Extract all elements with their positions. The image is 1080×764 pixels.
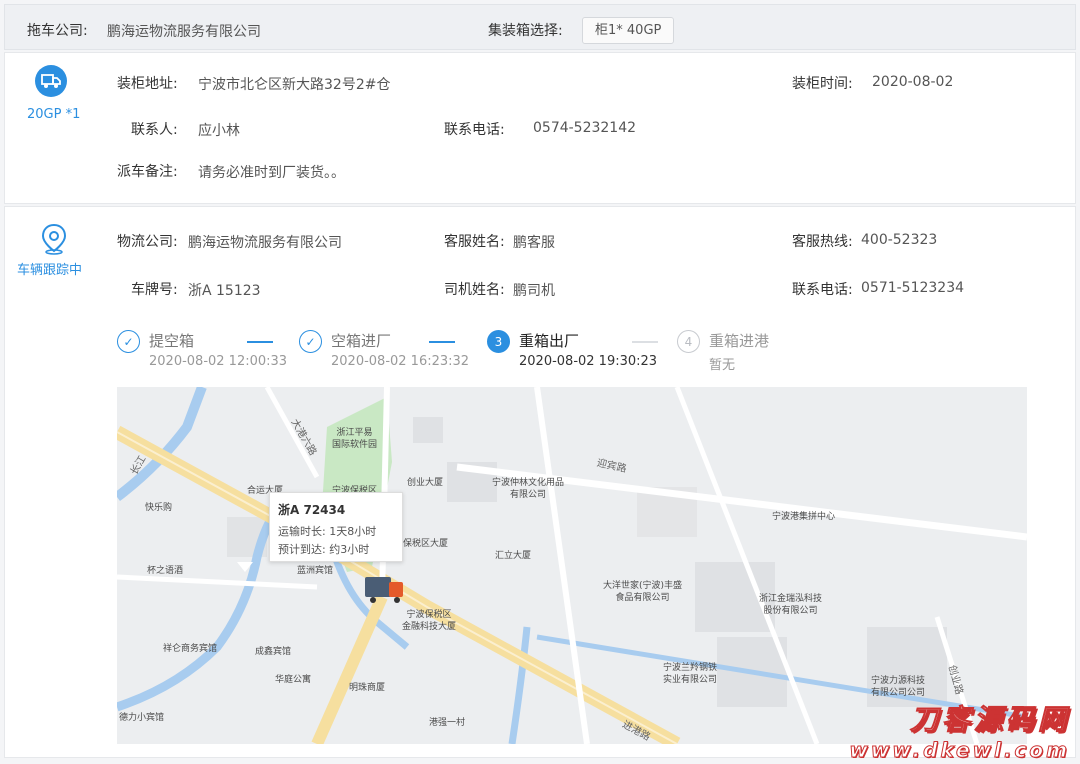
tracking-badge-label: 车辆跟踪中 xyxy=(17,263,83,278)
map-poi: 宁波力源科技 有限公司公司 xyxy=(871,676,926,698)
plate-value: 浙A 15123 xyxy=(188,283,261,299)
step-time: 暂无 xyxy=(709,358,736,373)
contact-label: 联系人: xyxy=(131,122,178,138)
step-time: 2020-08-02 12:00:33 xyxy=(149,354,288,369)
map-poi: 德力小宾馆 xyxy=(119,713,165,723)
driver-value: 鹏司机 xyxy=(513,283,555,299)
contact-value: 应小林 xyxy=(198,123,240,139)
header-bar: 拖车公司: 鹏海运物流服务有限公司 集装箱选择: 柜1* 40GP xyxy=(4,4,1076,50)
driver-label: 司机姓名: xyxy=(444,282,505,298)
cs-name-label: 客服姓名: xyxy=(444,234,505,250)
step-time: 2020-08-02 16:23:32 xyxy=(331,354,470,369)
address-label: 装柜地址: xyxy=(117,76,178,92)
container-select-label: 集装箱选择: xyxy=(488,23,563,39)
map-poi: 宁波保税区 金融科技大厦 xyxy=(402,610,457,632)
map-poi: 保税区大厦 xyxy=(403,539,449,549)
step-connector xyxy=(632,341,658,343)
logistics-value: 鹏海运物流服务有限公司 xyxy=(188,235,342,251)
phone-value: 0574-5232142 xyxy=(533,120,637,136)
note-label: 派车备注: xyxy=(117,164,178,180)
step-number: 3 xyxy=(487,330,510,353)
address-value: 宁波市北仑区新大路32号2#仓 xyxy=(198,77,391,93)
map-poi: 创业大厦 xyxy=(407,478,444,488)
step-number: 4 xyxy=(677,330,700,353)
progress-steps: ✓ 提空箱 2020-08-02 12:00:33 ✓ 空箱进厂 2020-08… xyxy=(117,327,1027,375)
container-select-tag[interactable]: 柜1* 40GP xyxy=(582,17,675,44)
map-poi: 快乐购 xyxy=(145,503,173,513)
phone-label: 联系电话: xyxy=(444,122,505,138)
popup-duration: 运输时长: 1天8小时 xyxy=(278,525,377,538)
popup-plate: 浙A 72434 xyxy=(278,503,346,517)
step-connector xyxy=(247,341,273,343)
driver-phone-value: 0571-5123234 xyxy=(861,280,965,296)
map-poi: 成鑫宾馆 xyxy=(255,647,292,657)
step-title: 提空箱 xyxy=(149,332,195,350)
watermark-bottom: www.dkewl.com xyxy=(849,738,1070,763)
map-poi: 汇立大厦 xyxy=(495,551,532,561)
step-time: 2020-08-02 19:30:23 xyxy=(519,354,658,369)
loading-time-value: 2020-08-02 xyxy=(872,74,954,90)
map-poi: 浙江金瑞泓科技 股份有限公司 xyxy=(759,594,823,616)
note-value: 请务必准时到厂装货。。 xyxy=(198,165,345,181)
map-poi: 明珠商厦 xyxy=(349,683,386,693)
popup-eta: 预计到达: 约3小时 xyxy=(278,543,370,556)
loading-card: 20GP *1 装柜地址: 宁波市北仑区新大路32号2#仓 装柜时间: 2020… xyxy=(4,52,1076,204)
check-icon: ✓ xyxy=(299,330,322,353)
tow-company-label: 拖车公司: xyxy=(27,23,88,39)
location-pin-icon xyxy=(40,223,68,259)
tracking-card: 车辆跟踪中 物流公司: 鹏海运物流服务有限公司 客服姓名: 鹏客服 客服热线: … xyxy=(4,206,1076,758)
hotline-value: 400-52323 xyxy=(861,232,938,248)
truck-icon xyxy=(35,65,67,101)
map-poi: 华庭公寓 xyxy=(275,675,312,685)
hotline-label: 客服热线: xyxy=(792,234,853,250)
vehicle-info-popup: 浙A 72434 运输时长: 1天8小时 预计到达: 约3小时 xyxy=(269,492,403,562)
tow-company-value: 鹏海运物流服务有限公司 xyxy=(107,24,261,40)
plate-label: 车牌号: xyxy=(131,282,178,298)
map-poi: 宁波仲林文化用品 有限公司 xyxy=(492,478,565,500)
watermark-logo: 刀客源码网 www.dkewl.com xyxy=(849,698,1070,763)
tracking-map[interactable]: 浙江平易 国际软件园 合运大厦 宁波保税区 创业大厦 宁波仲林文化用品 有限公司 宁… xyxy=(117,387,1027,744)
loading-badge-label: 20GP *1 xyxy=(27,107,81,122)
map-poi: 祥仑商务宾馆 xyxy=(163,644,218,654)
step-title: 空箱进厂 xyxy=(331,332,392,350)
map-poi: 宁波兰羚钢铁 实业有限公司 xyxy=(663,663,718,685)
step-connector xyxy=(429,341,455,343)
check-icon: ✓ xyxy=(117,330,140,353)
logistics-label: 物流公司: xyxy=(117,234,178,250)
step-title: 重箱出厂 xyxy=(519,332,580,350)
map-poi: 蓝洲宾馆 xyxy=(297,566,334,576)
driver-phone-label: 联系电话: xyxy=(792,282,853,298)
step-title: 重箱进港 xyxy=(709,332,770,350)
map-poi: 大洋世家(宁波)丰盛 食品有限公司 xyxy=(603,581,683,603)
popup-pointer xyxy=(237,562,253,572)
cs-name-value: 鹏客服 xyxy=(513,235,555,251)
loading-time-label: 装柜时间: xyxy=(792,76,853,92)
watermark-top: 刀客源码网 xyxy=(909,703,1070,737)
map-poi: 浙江平易 国际软件园 xyxy=(332,428,378,450)
map-poi: 港强一村 xyxy=(429,718,466,728)
map-poi: 杯之语酒 xyxy=(147,566,184,576)
map-poi: 宁波港集拼中心 xyxy=(772,512,836,522)
